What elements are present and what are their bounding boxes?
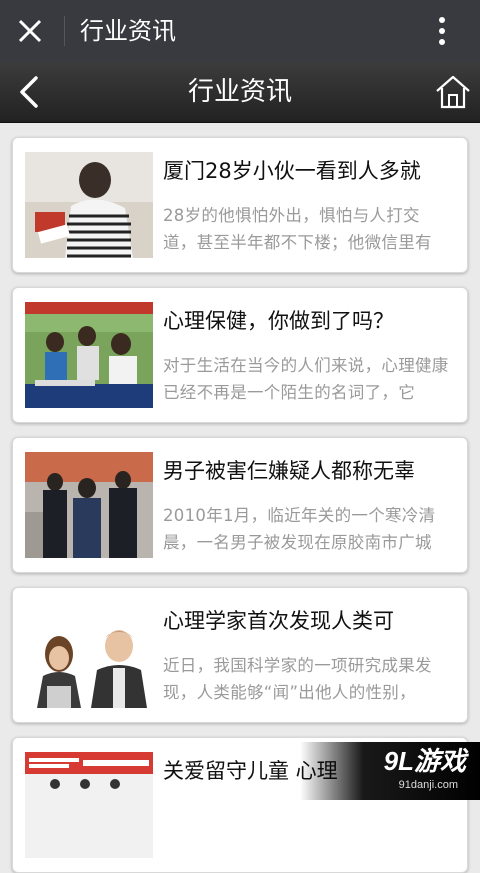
article-summary: 28岁的他惧怕外出，惧怕与人打交道，甚至半年都不下楼；他微信里有 [163,206,432,252]
article-thumbnail [25,602,153,708]
article-thumbnail [25,452,153,558]
watermark-logo: 9L游戏 [383,746,466,776]
article-summary [163,802,453,856]
article-summary: 对于生活在当今的人们来说，心理健康已经不再是一个陌生的名词了，它 [163,356,449,402]
article-summary: 2010年1月，临近年关的一个寒冷清晨，一名男子被发现在原胶南市广城 [163,506,436,552]
watermark-url: 91danji.com [398,779,458,791]
close-icon[interactable] [14,15,46,47]
home-icon[interactable] [434,74,472,110]
article-thumbnail [25,302,153,408]
wechat-top-bar: 行业资讯 [0,0,480,62]
page-title: 行业资讯 [187,77,292,107]
more-options-icon[interactable] [430,14,454,48]
article-title: 厦门28岁小伙一看到人多就 [163,159,421,183]
divider [64,16,65,46]
article-thumbnail [25,752,153,858]
wechat-title: 行业资讯 [80,17,176,45]
article-title: 心理学家首次发现人类可 [163,609,394,633]
article-thumbnail [25,152,153,258]
article-card[interactable]: 心理学家首次发现人类可 近日，我国科学家的一项研究成果发现，人类能够“闻”出他人… [12,587,468,723]
article-title: 男子被害仨嫌疑人都称无辜 [163,459,415,483]
article-card[interactable]: 男子被害仨嫌疑人都称无辜 2010年1月，临近年关的一个寒冷清晨，一名男子被发现… [12,437,468,573]
article-card[interactable]: 心理保健，你做到了吗？ 对于生活在当今的人们来说，心理健康已经不再是一个陌生的名… [12,287,468,423]
app-header: 行业资讯 [0,62,480,123]
article-title: 心理保健，你做到了吗？ [163,309,394,333]
article-summary: 近日，我国科学家的一项研究成果发现，人类能够“闻”出他人的性别， [163,656,432,702]
article-card[interactable]: 厦门28岁小伙一看到人多就 28岁的他惧怕外出，惧怕与人打交道，甚至半年都不下楼… [12,137,468,273]
watermark: 9L游戏 91danji.com [300,742,480,800]
